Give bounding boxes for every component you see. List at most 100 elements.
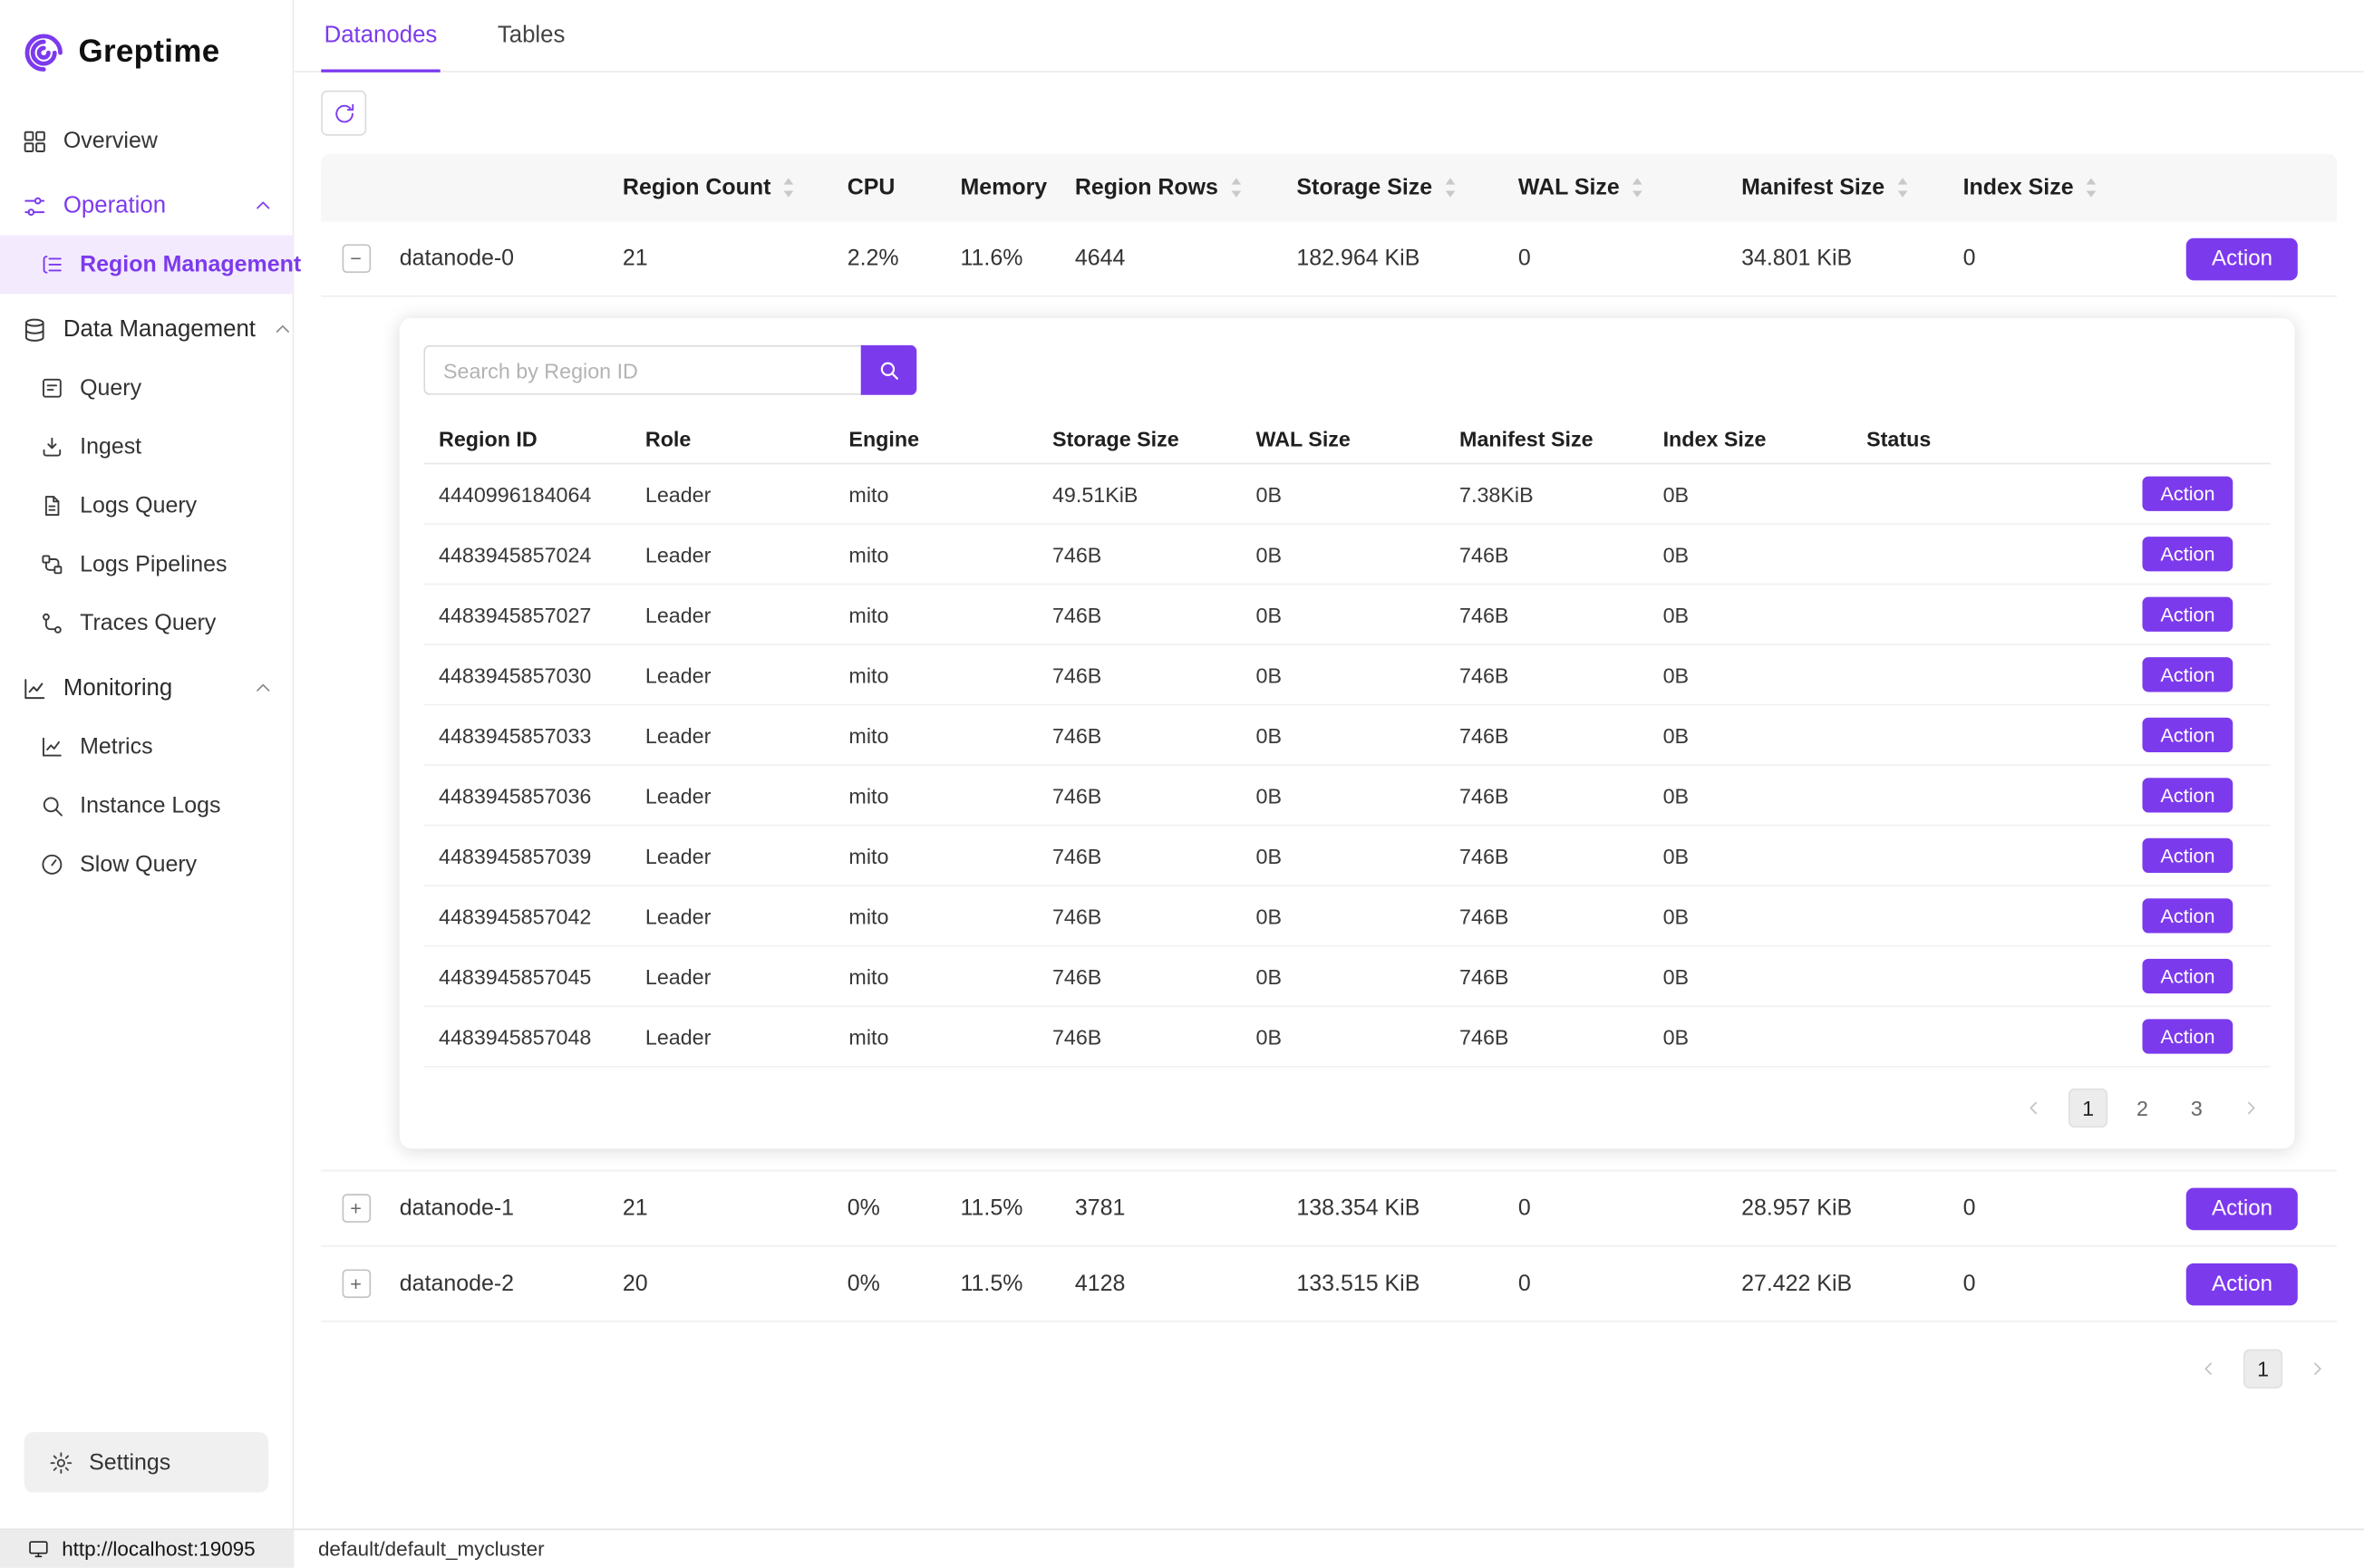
index-size-value: 0B [1663,542,1689,566]
region-action-button[interactable]: Action [2142,657,2233,692]
storage-size-value: 746B [1052,723,1101,748]
wal-size-value: 0B [1255,844,1281,868]
sidebar-item-logs-query[interactable]: Logs Query [0,477,293,536]
storage-size-value: 746B [1052,904,1101,928]
grid-icon [21,128,48,155]
role-value: Leader [645,964,712,989]
storage-size-value: 138.354 KiB [1296,1195,1419,1221]
column-header-region_rows[interactable]: Region Rows [1075,175,1296,200]
cpu-value: 0% [848,1271,880,1296]
sidebar-item-region-management[interactable]: Region Management [0,235,293,294]
region-action-button[interactable]: Action [2142,477,2233,511]
region-id-value: 4440996184064 [439,481,591,506]
index-size-value: 0 [1963,1195,1976,1221]
region-count-value: 21 [623,246,648,271]
memory-value: 11.6% [960,246,1022,271]
pagination-page-2[interactable]: 2 [2123,1089,2162,1128]
cluster-name[interactable]: default/default_mycluster [294,1530,568,1568]
storage-size-value: 746B [1052,663,1101,687]
sidebar-item-ingest[interactable]: Ingest [0,418,293,477]
sidebar-item-data-management[interactable]: Data Management [0,300,293,359]
index-size-value: 0B [1663,844,1689,868]
expand-button[interactable]: + [342,1269,371,1298]
region-column-header-label: Storage Size [1052,426,1179,450]
sort-icon[interactable] [781,175,797,200]
sidebar-item-metrics[interactable]: Metrics [0,718,293,777]
connection-url[interactable]: http://localhost:19095 [0,1530,294,1568]
column-header-label: Index Size [1963,175,2074,200]
sort-icon[interactable] [1443,175,1458,200]
region-action-button[interactable]: Action [2142,778,2233,812]
tab-datanodes[interactable]: Datanodes [321,0,440,71]
region-row: 4483945857036Leadermito746B0B746B0BActio… [423,766,2270,827]
storage-size-value: 746B [1052,783,1101,808]
refresh-button[interactable] [321,91,366,136]
region-action-button[interactable]: Action [2142,898,2233,933]
sidebar-item-logs-pipelines[interactable]: Logs Pipelines [0,535,293,594]
region-action-button[interactable]: Action [2142,718,2233,752]
pagination-page-1[interactable]: 1 [2243,1350,2282,1389]
column-header-wal_size[interactable]: WAL Size [1518,175,1741,200]
sidebar-item-overview[interactable]: Overview [0,111,293,170]
action-button[interactable]: Action [2186,1187,2299,1230]
memory-value: 11.5% [960,1195,1022,1221]
sidebar-item-label: Metrics [80,734,152,760]
expand-button[interactable]: + [342,1194,371,1223]
column-header-label: Region Count [623,175,771,200]
engine-value: mito [848,1024,888,1049]
region-action-button[interactable]: Action [2142,1019,2233,1053]
engine-value: mito [848,481,888,506]
manifest-size-value: 746B [1459,844,1508,868]
sidebar-item-query[interactable]: Query [0,359,293,418]
sidebar-item-operation[interactable]: Operation [0,177,293,236]
region-action-button[interactable]: Action [2142,959,2233,993]
region-action-label: Action [2160,543,2214,566]
pagination-page-1[interactable]: 1 [2068,1089,2107,1128]
sort-icon[interactable] [1630,175,1645,200]
region-action-label: Action [2160,964,2214,987]
brand-logo[interactable]: Greptime [0,21,293,111]
traces-icon [39,611,64,636]
wal-size-value: 0B [1255,602,1281,626]
search-button[interactable] [861,345,917,395]
status-url: http://localhost:19095 [62,1538,255,1561]
sidebar-item-monitoring[interactable]: Monitoring [0,659,293,718]
sidebar-item-instance-logs[interactable]: Instance Logs [0,777,293,836]
action-label: Action [2212,1196,2272,1221]
tab-tables[interactable]: Tables [495,0,568,71]
column-header-index_size[interactable]: Index Size [1963,175,2186,200]
settings-button[interactable]: Settings [24,1432,268,1493]
pagination-prev[interactable] [2014,1089,2053,1128]
region-search-input[interactable] [423,345,860,395]
region-action-button[interactable]: Action [2142,838,2233,873]
sidebar-item-traces-query[interactable]: Traces Query [0,594,293,653]
chevron-right-icon [2241,1098,2262,1118]
column-header-region_count[interactable]: Region Count [623,175,848,200]
column-header-storage_size[interactable]: Storage Size [1296,175,1518,200]
sidebar-item-label: Ingest [80,434,141,460]
region-action-button[interactable]: Action [2142,597,2233,632]
pagination-next[interactable] [2298,1350,2337,1389]
action-button[interactable]: Action [2186,237,2299,280]
region-pagination: 123 [423,1089,2270,1128]
pagination-prev[interactable] [2189,1350,2228,1389]
role-value: Leader [645,723,712,748]
sidebar-item-slow-query[interactable]: Slow Query [0,835,293,894]
pagination-next[interactable] [2232,1089,2271,1128]
sort-icon[interactable] [2084,175,2099,200]
sort-icon[interactable] [1229,175,1245,200]
action-button[interactable]: Action [2186,1263,2299,1305]
engine-value: mito [848,602,888,626]
engine-value: mito [848,723,888,748]
column-header-manifest_size[interactable]: Manifest Size [1741,175,1963,200]
pagination-page-3[interactable]: 3 [2177,1089,2216,1128]
region-action-button[interactable]: Action [2142,537,2233,571]
role-value: Leader [645,663,712,687]
collapse-button[interactable]: − [342,244,371,273]
sliders-icon [21,192,48,219]
region-detail-panel: Region IDRoleEngineStorage SizeWAL SizeM… [400,318,2295,1148]
storage-size-value: 746B [1052,1024,1101,1049]
storage-size-value: 746B [1052,602,1101,626]
sort-icon[interactable] [1895,175,1911,200]
region-row: 4483945857039Leadermito746B0B746B0BActio… [423,826,2270,886]
